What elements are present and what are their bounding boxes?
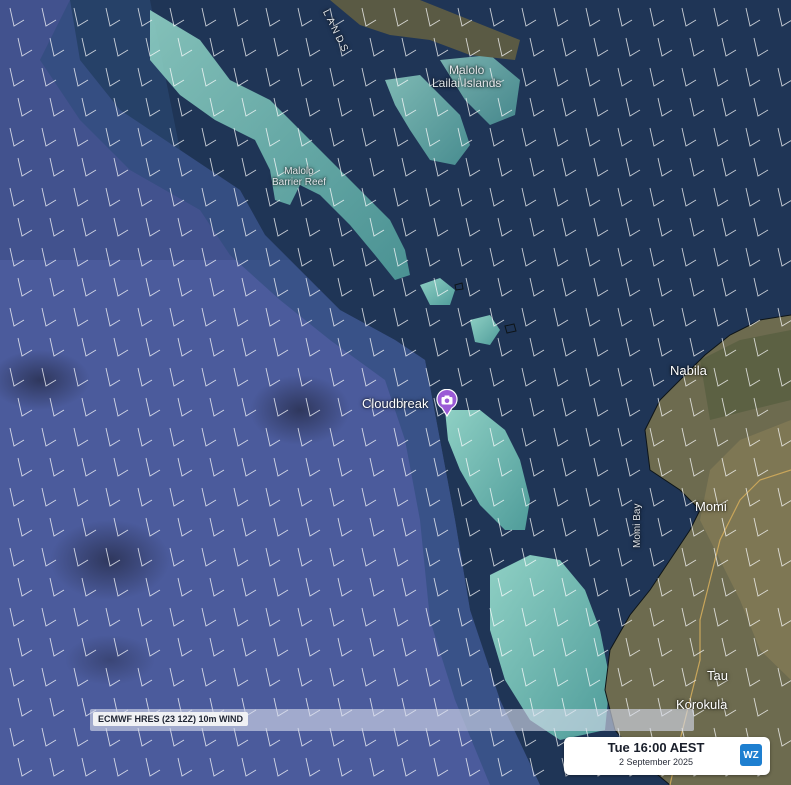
label-momi: Momi (695, 499, 727, 514)
time-panel[interactable]: Tue 16:00 AEST 2 September 2025 WZ (564, 737, 770, 775)
label-malolo-lailai-text: Malolo Lailai Islands (432, 63, 502, 90)
label-tau: Tau (707, 668, 728, 683)
label-cloudbreak[interactable]: Cloudbreak (362, 396, 429, 411)
timeline-bar[interactable]: ECMWF HRES (23 12Z) 10m WIND (90, 709, 694, 731)
map-canvas[interactable] (0, 0, 791, 785)
label-malolo-barrier-reef: Malolo Barrier Reef (272, 166, 326, 188)
time-label: Tue 16:00 AEST (607, 740, 705, 755)
label-momi-bay: Momi Bay (632, 503, 643, 548)
wz-logo[interactable]: WZ (740, 744, 762, 766)
date-label: 2 September 2025 (618, 757, 694, 767)
label-malolo-barrier-reef-text: Malolo Barrier Reef (272, 166, 326, 188)
label-malolo-lailai: Malolo Lailai Islands (432, 64, 501, 90)
label-nabila: Nabila (670, 363, 707, 378)
model-label: ECMWF HRES (23 12Z) 10m WIND (93, 712, 249, 726)
camera-marker[interactable] (435, 389, 459, 417)
